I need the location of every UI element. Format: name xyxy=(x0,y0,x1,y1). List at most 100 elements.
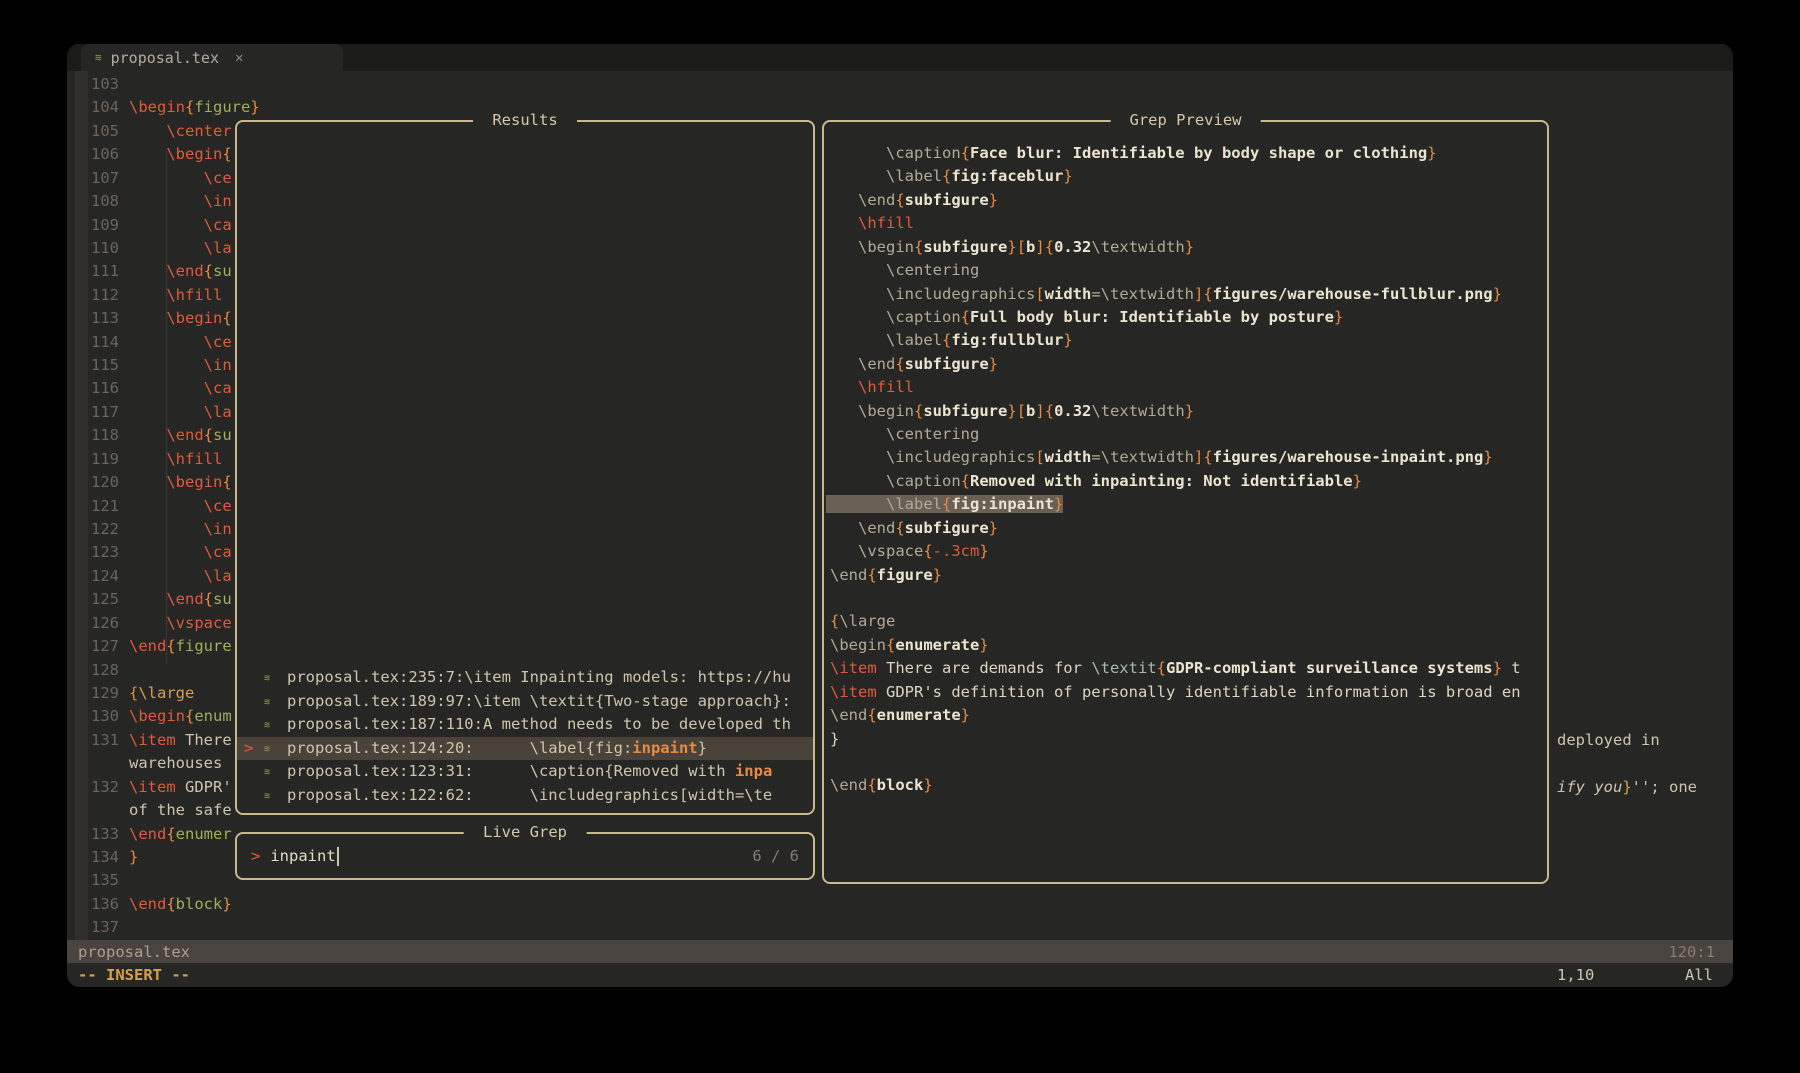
result-row[interactable]: ≋proposal.tex:235:7:\item Inpainting mod… xyxy=(237,666,813,689)
preview-line: \label{fig:faceblur} xyxy=(824,165,1545,188)
line-number: 110 xyxy=(67,237,119,260)
preview-line: \end{subfigure} xyxy=(824,353,1545,376)
line-number: 114 xyxy=(67,331,119,354)
line-number: 117 xyxy=(67,401,119,424)
line-number: 134 xyxy=(67,846,119,869)
line-number: 127 xyxy=(67,635,119,658)
line-number: 122 xyxy=(67,518,119,541)
preview-line: \end{subfigure} xyxy=(824,517,1545,540)
line-number: 124 xyxy=(67,565,119,588)
line-number: 106 xyxy=(67,143,119,166)
tex-file-icon: ≋ xyxy=(264,714,270,736)
tab-bar: ≋ proposal.tex ✕ xyxy=(67,44,1733,71)
result-row[interactable]: ≋proposal.tex:187:110:A method needs to … xyxy=(237,713,813,736)
grep-preview-window: Grep Preview \caption{Face blur: Identif… xyxy=(822,120,1549,884)
text-cursor xyxy=(337,847,339,866)
line-number: 115 xyxy=(67,354,119,377)
results-list: ≋proposal.tex:235:7:\item Inpainting mod… xyxy=(237,666,813,807)
preview-line: \label{fig:fullblur} xyxy=(824,329,1545,352)
editor-window: ≋ proposal.tex ✕ 103104\begin{figure}105… xyxy=(67,44,1733,987)
code-line[interactable]: 136\end{block} xyxy=(67,893,1733,916)
line-number: 131 xyxy=(67,729,119,752)
prompt-icon: > xyxy=(251,847,260,865)
preview-line: \begin{subfigure}[b]{0.32\textwidth} xyxy=(824,236,1545,259)
line-number: 108 xyxy=(67,190,119,213)
status-bar: proposal.tex 120:1 xyxy=(67,940,1733,963)
search-input[interactable]: inpaint xyxy=(270,847,335,865)
line-number: 137 xyxy=(67,916,119,939)
tex-file-icon: ≋ xyxy=(264,667,270,689)
tex-file-icon: ≋ xyxy=(264,761,270,783)
line-number: 116 xyxy=(67,377,119,400)
line-number: 111 xyxy=(67,260,119,283)
result-row-selected[interactable]: >≋proposal.tex:124:20: \label{fig:inpain… xyxy=(237,737,813,760)
result-row[interactable]: ≋proposal.tex:122:62: \includegraphics[w… xyxy=(237,784,813,807)
wrapped-text-fragment: ify you}''; one xyxy=(1557,776,1697,799)
preview-line xyxy=(824,751,1545,774)
line-number: 130 xyxy=(67,705,119,728)
ruler-scroll-indicator: All xyxy=(1685,963,1713,987)
preview-line-highlighted: \label{fig:inpaint} xyxy=(824,493,1545,516)
live-grep-title: Live Grep xyxy=(464,821,587,844)
results-title: Results xyxy=(473,109,577,132)
line-number: 103 xyxy=(67,73,119,96)
line-number: 125 xyxy=(67,588,119,611)
preview-line: \item There are demands for \textit{GDPR… xyxy=(824,657,1545,680)
wrapped-text-fragment: deployed in xyxy=(1557,729,1660,752)
line-number: 135 xyxy=(67,869,119,892)
tex-file-icon: ≋ xyxy=(95,44,102,71)
tex-file-icon: ≋ xyxy=(264,785,270,807)
preview-line xyxy=(824,587,1545,610)
statusbar-position: 120:1 xyxy=(1668,943,1715,961)
tex-file-icon: ≋ xyxy=(264,738,270,760)
result-row[interactable]: ≋proposal.tex:123:31: \caption{Removed w… xyxy=(237,760,813,783)
line-number: 128 xyxy=(67,659,119,682)
preview-line: \item GDPR's definition of personally id… xyxy=(824,681,1545,704)
preview-line: \caption{Full body blur: Identifiable by… xyxy=(824,306,1545,329)
tab-proposal-tex[interactable]: ≋ proposal.tex ✕ xyxy=(81,44,343,71)
selection-arrow-icon: > xyxy=(244,737,253,760)
preview-line: \begin{enumerate} xyxy=(824,634,1545,657)
preview-line: \hfill xyxy=(824,376,1545,399)
preview-content: \caption{Face blur: Identifiable by body… xyxy=(824,142,1545,798)
result-counter: 6 / 6 xyxy=(752,847,799,865)
preview-line: \begin{subfigure}[b]{0.32\textwidth} xyxy=(824,400,1545,423)
tex-file-icon: ≋ xyxy=(264,691,270,713)
line-number: 126 xyxy=(67,612,119,635)
preview-line: \hfill xyxy=(824,212,1545,235)
line-number: 132 xyxy=(67,776,119,799)
line-number: 113 xyxy=(67,307,119,330)
line-number: 123 xyxy=(67,541,119,564)
result-row[interactable]: ≋proposal.tex:189:97:\item \textit{Two-s… xyxy=(237,690,813,713)
line-number: 112 xyxy=(67,284,119,307)
line-number: 133 xyxy=(67,823,119,846)
line-number: 120 xyxy=(67,471,119,494)
preview-line: \caption{Face blur: Identifiable by body… xyxy=(824,142,1545,165)
statusbar-filename: proposal.tex xyxy=(78,943,190,961)
command-line: -- INSERT -- 1,10 All xyxy=(67,963,1733,987)
preview-line: \caption{Removed with inpainting: Not id… xyxy=(824,470,1545,493)
line-number: 119 xyxy=(67,448,119,471)
preview-line: \includegraphics[width=\textwidth]{figur… xyxy=(824,446,1545,469)
tab-label: proposal.tex xyxy=(111,49,219,67)
line-number: 109 xyxy=(67,214,119,237)
line-number: 104 xyxy=(67,96,119,119)
ruler-cursor-position: 1,10 xyxy=(1557,963,1594,987)
line-number: 118 xyxy=(67,424,119,447)
preview-line: \vspace{-.3cm} xyxy=(824,540,1545,563)
live-grep-window[interactable]: Live Grep > inpaint 6 / 6 xyxy=(235,832,815,880)
preview-line: {\large xyxy=(824,610,1545,633)
preview-line: \end{figure} xyxy=(824,564,1545,587)
preview-title: Grep Preview xyxy=(1110,109,1261,132)
line-number: 129 xyxy=(67,682,119,705)
results-window: Results ≋proposal.tex:235:7:\item Inpain… xyxy=(235,120,815,815)
preview-line: } xyxy=(824,728,1545,751)
code-line[interactable]: 137 xyxy=(67,916,1733,939)
mode-indicator: -- INSERT -- xyxy=(78,963,190,987)
close-icon[interactable]: ✕ xyxy=(235,50,243,66)
code-line[interactable]: 104\begin{figure} xyxy=(67,96,1733,119)
line-number: 107 xyxy=(67,167,119,190)
line-number: 121 xyxy=(67,495,119,518)
code-line[interactable]: 103 xyxy=(67,73,1733,96)
preview-line: \end{block} xyxy=(824,774,1545,797)
